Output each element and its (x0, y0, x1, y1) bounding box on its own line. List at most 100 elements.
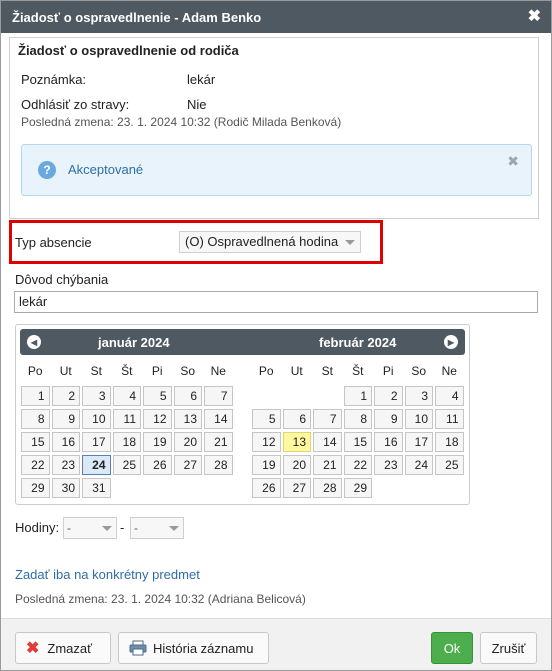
hours-to-select[interactable]: - (130, 517, 184, 539)
calendar-months: Po Ut St Št Pi So Ne 1 2 3 4 5 6 7 8 9 10 11 12 13 14 15 16 17 1… (20, 361, 465, 500)
calendar-day[interactable]: 5 (252, 409, 281, 429)
calendar-day[interactable]: 8 (343, 409, 372, 429)
weekday-label: So (411, 364, 427, 378)
calendar-week: 29 30 31 (20, 477, 234, 500)
excuse-dialog: Žiadosť o ospravedlnenie - Adam Benko ✖ … (0, 0, 552, 671)
weekday-label: Po (258, 364, 274, 378)
calendar-day[interactable]: 22 (21, 455, 50, 475)
calendar-day[interactable]: 6 (282, 409, 311, 429)
calendar-day[interactable]: 12 (143, 409, 172, 429)
date-calendar: ◀ január 2024 február 2024 ▶ Po Ut St Št Pi S… (15, 324, 470, 505)
calendar-day[interactable]: 9 (374, 409, 403, 429)
calendar-day[interactable]: 10 (404, 409, 433, 429)
alert-close-icon[interactable]: ✖ (507, 153, 519, 170)
meal-value: Nie (187, 97, 207, 112)
calendar-day[interactable]: 15 (343, 432, 372, 452)
calendar-day[interactable]: 21 (313, 455, 342, 475)
calendar-day[interactable]: 3 (404, 386, 433, 406)
calendar-day[interactable]: 8 (21, 409, 50, 429)
cancel-button[interactable]: Zrušiť (480, 632, 537, 664)
history-button[interactable]: História záznamu (118, 632, 269, 664)
weekday-label: St (321, 364, 333, 378)
calendar-day[interactable]: 22 (343, 455, 372, 475)
dialog-titlebar: Žiadosť o ospravedlnenie - Adam Benko ✖ (1, 1, 551, 33)
calendar-day[interactable]: 18 (112, 432, 141, 452)
weekday-label: Ut (290, 364, 303, 378)
calendar-day[interactable]: 21 (204, 432, 233, 452)
weekday-label: St (90, 364, 102, 378)
calendar-day[interactable]: 19 (143, 432, 172, 452)
calendar-day[interactable]: 11 (435, 409, 464, 429)
calendar-day[interactable]: 4 (435, 386, 464, 406)
calendar-day[interactable]: 13 (282, 432, 311, 452)
calendar-day[interactable]: 10 (82, 409, 111, 429)
calendar-week: 12 13 14 15 16 17 18 (251, 431, 465, 454)
calendar-day[interactable]: 20 (282, 455, 311, 475)
calendar-day[interactable]: 17 (82, 432, 111, 452)
calendar-month: Po Ut St Št Pi So Ne 1 2 3 4 5 6 7 8 9 10 11 12 13 14 15 16 17 1… (251, 361, 465, 500)
calendar-day[interactable]: 5 (143, 386, 172, 406)
weekday-label: Ne (441, 364, 457, 378)
calendar-day[interactable]: 24 (82, 455, 111, 475)
calendar-day[interactable]: 25 (112, 455, 141, 475)
prev-month-icon[interactable]: ◀ (27, 335, 41, 349)
close-icon[interactable]: ✖ (528, 9, 541, 25)
meal-row: Odhlásiť zo stravy: Nie (21, 97, 538, 112)
calendar-day[interactable]: 26 (143, 455, 172, 475)
reason-label: Dôvod chýbania (15, 272, 109, 287)
calendar-day[interactable]: 25 (435, 455, 464, 475)
hours-from-select[interactable]: - (63, 517, 117, 539)
status-alert: ? Akceptované ✖ (21, 144, 532, 196)
status-text: Akceptované (68, 162, 144, 177)
calendar-day[interactable]: 30 (51, 478, 80, 498)
weekday-label: Ut (59, 364, 72, 378)
info-icon: ? (38, 161, 56, 179)
calendar-day[interactable]: 20 (173, 432, 202, 452)
calendar-day[interactable]: 1 (21, 386, 50, 406)
meal-label: Odhlásiť zo stravy: (21, 97, 130, 112)
calendar-day[interactable]: 14 (313, 432, 342, 452)
calendar-day[interactable]: 31 (82, 478, 111, 498)
dialog-title: Žiadosť o ospravedlnenie - Adam Benko (12, 9, 262, 25)
weekday-header: Po Ut St Št Pi So Ne (20, 361, 234, 381)
ok-button[interactable]: Ok (431, 632, 473, 664)
calendar-day[interactable]: 17 (404, 432, 433, 452)
calendar-day[interactable]: 4 (112, 386, 141, 406)
subject-link[interactable]: Zadať iba na konkrétny predmet (15, 567, 200, 582)
calendar-day[interactable]: 29 (343, 478, 372, 498)
calendar-day[interactable]: 16 (51, 432, 80, 452)
calendar-day[interactable]: 24 (404, 455, 433, 475)
calendar-day[interactable]: 16 (374, 432, 403, 452)
calendar-day[interactable]: 23 (51, 455, 80, 475)
calendar-day[interactable]: 2 (374, 386, 403, 406)
calendar-day[interactable]: 12 (252, 432, 281, 452)
reason-input[interactable]: lekár (14, 291, 538, 313)
calendar-day[interactable]: 2 (51, 386, 80, 406)
absence-type-select[interactable]: (O) Ospravedlnená hodina (179, 231, 361, 253)
calendar-day[interactable]: 14 (204, 409, 233, 429)
calendar-day[interactable]: 13 (173, 409, 202, 429)
calendar-week: 15 16 17 18 19 20 21 (20, 431, 234, 454)
calendar-day[interactable]: 7 (313, 409, 342, 429)
calendar-day[interactable]: 19 (252, 455, 281, 475)
weekday-label: Ne (210, 364, 226, 378)
calendar-week: 5 6 7 8 9 10 11 (251, 408, 465, 431)
calendar-day[interactable]: 3 (82, 386, 111, 406)
calendar-day[interactable]: 28 (204, 455, 233, 475)
delete-button[interactable]: ✖ Zmazať (15, 632, 111, 664)
next-month-icon[interactable]: ▶ (444, 335, 458, 349)
calendar-day[interactable]: 1 (343, 386, 372, 406)
calendar-day[interactable]: 26 (252, 478, 281, 498)
calendar-day[interactable]: 6 (173, 386, 202, 406)
calendar-day[interactable]: 15 (21, 432, 50, 452)
calendar-day[interactable]: 28 (313, 478, 342, 498)
calendar-day[interactable]: 23 (374, 455, 403, 475)
calendar-day[interactable]: 7 (204, 386, 233, 406)
hours-from-value: - (67, 521, 71, 535)
calendar-day[interactable]: 27 (173, 455, 202, 475)
calendar-day[interactable]: 27 (282, 478, 311, 498)
calendar-day[interactable]: 29 (21, 478, 50, 498)
calendar-day[interactable]: 11 (112, 409, 141, 429)
calendar-day[interactable]: 18 (435, 432, 464, 452)
calendar-day[interactable]: 9 (51, 409, 80, 429)
